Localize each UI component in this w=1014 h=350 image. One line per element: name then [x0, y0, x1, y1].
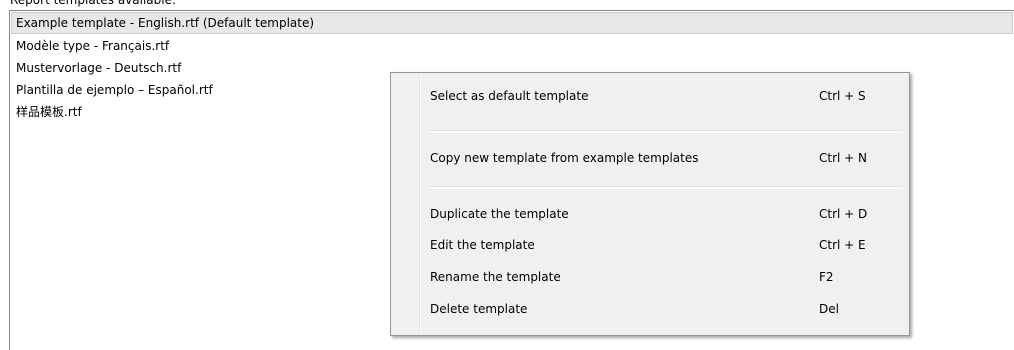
template-item-french[interactable]: Modèle type - Français.rtf: [11, 35, 169, 57]
context-menu: Select as default template Ctrl + S Copy…: [390, 72, 910, 336]
menu-separator: [427, 186, 903, 188]
template-item-german[interactable]: Mustervorlage - Deutsch.rtf: [11, 57, 181, 79]
menu-item-label: Select as default template: [430, 89, 589, 103]
menu-item-shortcut: F2: [819, 270, 834, 284]
template-item-spanish[interactable]: Plantilla de ejemplo – Español.rtf: [11, 79, 213, 101]
menu-item-label: Delete template: [430, 302, 528, 316]
menu-item-shortcut: Ctrl + E: [819, 238, 866, 252]
menu-item-select-default[interactable]: Select as default template Ctrl + S: [394, 85, 906, 107]
menu-item-shortcut: Ctrl + N: [819, 151, 868, 165]
menu-item-rename[interactable]: Rename the template F2: [394, 266, 906, 288]
menu-separator: [427, 130, 903, 132]
menu-item-label: Rename the template: [430, 270, 561, 284]
menu-item-copy-new[interactable]: Copy new template from example templates…: [394, 147, 906, 169]
template-item-chinese[interactable]: 样品模板.rtf: [11, 101, 82, 123]
menu-item-label: Duplicate the template: [430, 207, 569, 221]
menu-item-label: Copy new template from example templates: [430, 151, 699, 165]
menu-item-duplicate[interactable]: Duplicate the template Ctrl + D: [394, 203, 906, 225]
menu-item-shortcut: Del: [819, 302, 839, 316]
menu-item-label: Edit the template: [430, 238, 535, 252]
template-item-english[interactable]: Example template - English.rtf (Default …: [11, 12, 1013, 34]
templates-heading: Report templates available:: [10, 0, 177, 7]
menu-item-shortcut: Ctrl + D: [819, 207, 868, 221]
menu-item-edit[interactable]: Edit the template Ctrl + E: [394, 234, 906, 256]
menu-item-delete[interactable]: Delete template Del: [394, 298, 906, 320]
menu-item-shortcut: Ctrl + S: [819, 89, 866, 103]
